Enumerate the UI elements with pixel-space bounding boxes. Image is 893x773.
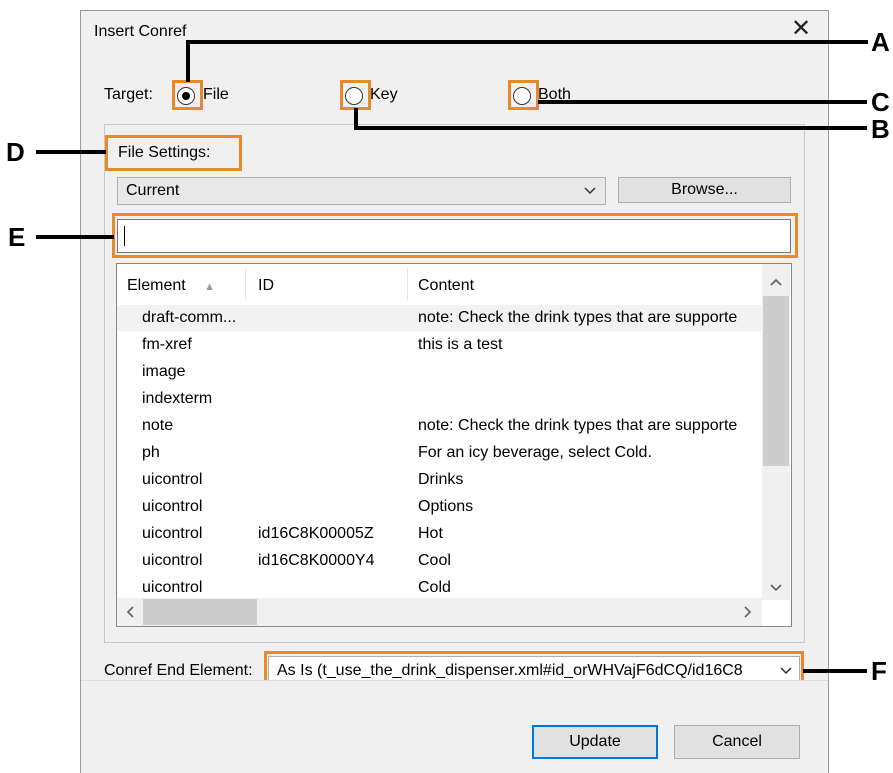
chevron-left-icon[interactable] bbox=[125, 605, 135, 624]
conref-end-label: Conref End Element: bbox=[104, 662, 253, 679]
target-file-label[interactable]: File bbox=[203, 86, 229, 104]
browse-button[interactable]: Browse... bbox=[618, 177, 791, 203]
target-key-label[interactable]: Key bbox=[370, 86, 398, 104]
cell-element: image bbox=[142, 363, 186, 380]
cell-element: uicontrol bbox=[142, 471, 203, 488]
table-row[interactable]: uicontrol id16C8K00005Z Hot bbox=[117, 521, 763, 547]
file-combo[interactable]: Current bbox=[117, 177, 606, 205]
target-label: Target: bbox=[104, 86, 153, 103]
leader-line-b bbox=[354, 126, 867, 130]
cell-element: ph bbox=[142, 444, 160, 461]
column-header-id[interactable]: ID bbox=[258, 277, 274, 295]
leader-line-d bbox=[36, 150, 106, 154]
vertical-scroll-thumb[interactable] bbox=[763, 296, 789, 466]
cell-content: note: Check the drink types that are sup… bbox=[418, 309, 738, 326]
horizontal-scroll-thumb[interactable] bbox=[143, 599, 257, 625]
leader-line-b bbox=[354, 108, 358, 128]
cell-content: Cool bbox=[418, 552, 451, 569]
chevron-down-icon bbox=[583, 184, 597, 203]
cell-element: uicontrol bbox=[142, 498, 203, 515]
callout-box-d bbox=[105, 135, 242, 171]
callout-box-c bbox=[508, 80, 539, 110]
chevron-right-icon[interactable] bbox=[743, 605, 753, 624]
cancel-button[interactable]: Cancel bbox=[674, 725, 800, 759]
column-header-content[interactable]: Content bbox=[418, 277, 474, 295]
table-row[interactable]: uicontrol id16C8K0000Y4 Cool bbox=[117, 548, 763, 574]
leader-line-c bbox=[538, 100, 867, 104]
leader-line-e bbox=[36, 235, 114, 239]
callout-box-b bbox=[340, 80, 371, 110]
cell-element: uicontrol bbox=[142, 525, 203, 542]
callout-box-e bbox=[112, 213, 798, 258]
cell-element: uicontrol bbox=[142, 579, 203, 596]
cell-content: Hot bbox=[418, 525, 443, 542]
horizontal-scrollbar[interactable] bbox=[117, 598, 762, 626]
leader-line-f bbox=[803, 669, 867, 673]
cell-content: Drinks bbox=[418, 471, 464, 488]
cell-content: Options bbox=[418, 498, 474, 515]
leader-line-a bbox=[186, 40, 868, 44]
chevron-down-icon[interactable] bbox=[769, 580, 783, 598]
table-row[interactable]: note note: Check the drink types that ar… bbox=[117, 413, 763, 439]
close-icon[interactable]: ✕ bbox=[791, 17, 811, 41]
cell-content: this is a test bbox=[418, 336, 503, 353]
table-row[interactable]: indexterm bbox=[117, 386, 763, 412]
cell-content: Cold bbox=[418, 579, 451, 596]
cell-element: fm-xref bbox=[142, 336, 192, 353]
file-combo-value: Current bbox=[126, 182, 180, 199]
table-row[interactable]: draft-comm... note: Check the drink type… bbox=[117, 305, 763, 331]
callout-label-b: B bbox=[871, 114, 890, 144]
dialog-title: Insert Conref bbox=[94, 23, 187, 40]
table-row[interactable]: fm-xref this is a test bbox=[117, 332, 763, 358]
cell-id: id16C8K0000Y4 bbox=[258, 552, 375, 569]
table-row[interactable]: uicontrol Options bbox=[117, 494, 763, 520]
cell-element: indexterm bbox=[142, 390, 213, 407]
cell-element: note bbox=[142, 417, 174, 434]
table-row[interactable]: image bbox=[117, 359, 763, 385]
cell-content: note: Check the drink types that are sup… bbox=[418, 417, 738, 434]
column-divider bbox=[245, 268, 246, 300]
table-row[interactable]: ph For an icy beverage, select Cold. bbox=[117, 440, 763, 466]
update-button[interactable]: Update bbox=[532, 725, 658, 759]
cell-id: id16C8K00005Z bbox=[258, 525, 374, 542]
element-list[interactable]: Element ▲ ID Content draft-comm... note:… bbox=[116, 263, 792, 627]
table-row[interactable]: uicontrol Drinks bbox=[117, 467, 763, 493]
leader-line-a bbox=[186, 40, 190, 82]
column-divider bbox=[407, 268, 408, 300]
callout-label-f: F bbox=[871, 656, 887, 686]
chevron-up-icon[interactable] bbox=[769, 274, 783, 292]
callout-label-d: D bbox=[6, 137, 25, 167]
callout-box-a bbox=[172, 80, 203, 110]
vertical-scrollbar[interactable] bbox=[762, 264, 790, 600]
sort-ascending-icon: ▲ bbox=[204, 281, 216, 293]
callout-label-a: A bbox=[871, 27, 890, 57]
cell-element: uicontrol bbox=[142, 552, 203, 569]
cell-content: For an icy beverage, select Cold. bbox=[418, 444, 652, 461]
cell-element: draft-comm... bbox=[142, 309, 237, 326]
column-header-element[interactable]: Element ▲ bbox=[127, 277, 215, 295]
callout-label-e: E bbox=[8, 222, 26, 252]
